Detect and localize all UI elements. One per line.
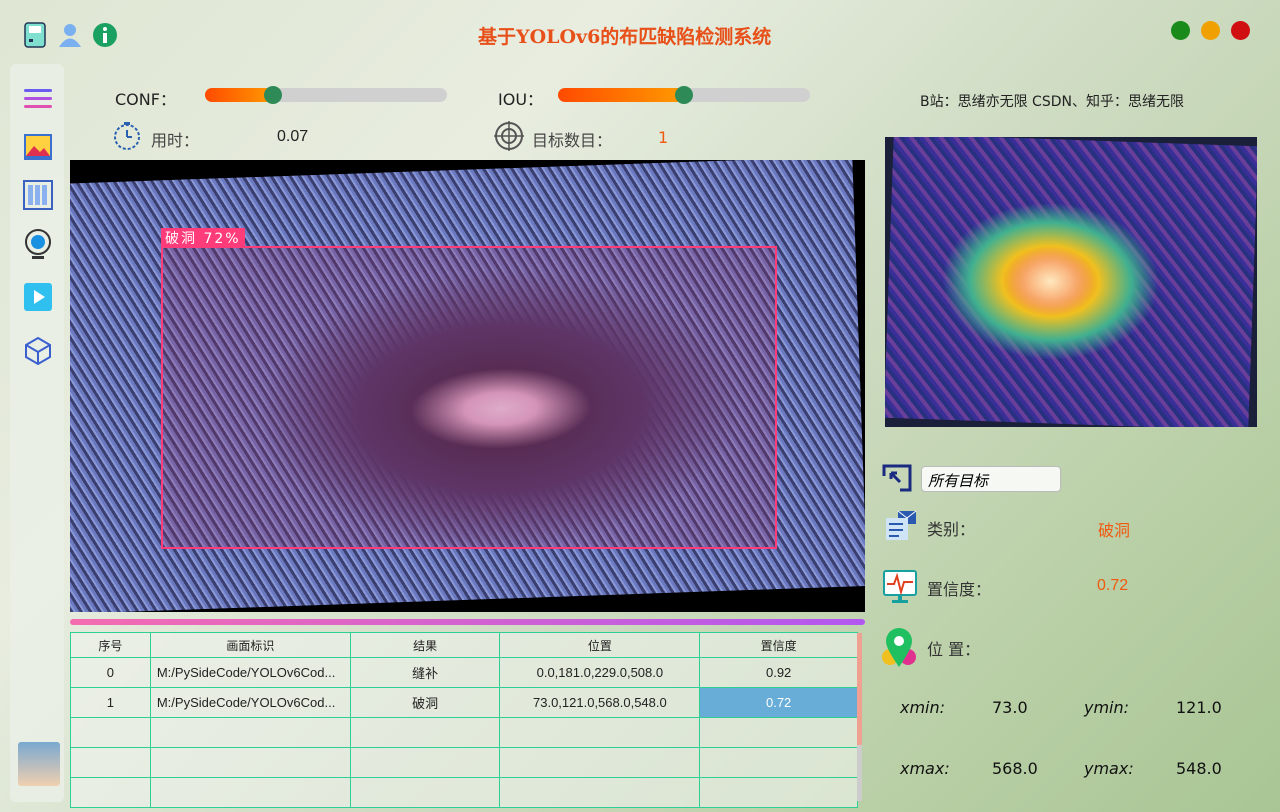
cell-index[interactable]: 1 [70, 687, 151, 718]
author-credit: B站：思绪亦无限 CSDN、知乎：思绪无限 [920, 94, 1184, 110]
xmin-value: 73.0 [992, 698, 1028, 717]
minimize-button[interactable] [1171, 21, 1190, 40]
model-icon[interactable] [23, 336, 53, 366]
header-position[interactable]: 位置 [499, 632, 701, 658]
video-icon[interactable] [23, 282, 53, 312]
sidebar [10, 64, 64, 802]
info-icon[interactable] [92, 22, 118, 48]
image-icon[interactable] [23, 132, 53, 162]
count-label: 目标数目： [532, 131, 613, 150]
xmax-label: xmax: [900, 759, 950, 778]
location-pin-icon [880, 627, 920, 673]
table-row-empty[interactable] [70, 777, 858, 808]
iou-label: IOU： [498, 90, 544, 109]
category-icon [884, 510, 918, 546]
header-confidence[interactable]: 置信度 [699, 632, 858, 658]
confidence-icon [883, 570, 917, 608]
detection-image: 破洞 72% [70, 160, 865, 612]
position-label: 位 置： [927, 640, 981, 659]
time-label: 用时： [151, 131, 200, 150]
cell-confidence-selected[interactable]: 0.72 [699, 687, 858, 718]
conf-slider-thumb[interactable] [263, 86, 282, 104]
close-button[interactable] [1231, 21, 1250, 40]
iou-slider-thumb[interactable] [675, 86, 693, 104]
conf-slider[interactable] [205, 86, 447, 104]
iou-slider[interactable] [558, 86, 810, 104]
confidence-label: 置信度： [927, 580, 992, 599]
table-row[interactable]: 0 M:/PySideCode/YOLOv6Cod... 缝补 0.0,181.… [70, 657, 858, 688]
table-scrollbar[interactable] [857, 633, 862, 801]
cell-result[interactable]: 破洞 [349, 687, 501, 718]
target-select[interactable]: 所有目标 [921, 466, 1061, 492]
results-table: 序号 画面标识 结果 位置 置信度 0 M:/PySideCode/YOLOv6… [70, 632, 858, 808]
table-header: 序号 画面标识 结果 位置 置信度 [70, 632, 858, 658]
user-icon[interactable] [57, 22, 83, 48]
confidence-value: 0.72 [1097, 577, 1129, 594]
cell-source[interactable]: M:/PySideCode/YOLOv6Cod... [149, 657, 351, 688]
ymin-value: 121.0 [1176, 698, 1222, 717]
cell-position[interactable]: 73.0,121.0,568.0,548.0 [499, 687, 701, 718]
ymin-label: ymin: [1084, 698, 1130, 717]
time-value: 0.07 [277, 128, 309, 145]
heatmap-image [885, 137, 1257, 427]
cell-confidence[interactable]: 0.92 [699, 657, 858, 688]
ymax-value: 548.0 [1176, 759, 1222, 778]
xmin-label: xmin: [900, 698, 946, 717]
menu-icon[interactable] [23, 84, 53, 114]
save-icon[interactable] [23, 22, 49, 48]
detection-box [161, 246, 777, 549]
target-icon [493, 120, 525, 156]
cell-position[interactable]: 0.0,181.0,229.0,508.0 [499, 657, 701, 688]
select-target-icon [882, 464, 912, 496]
cell-source[interactable]: M:/PySideCode/YOLOv6Cod... [149, 687, 351, 718]
avatar[interactable] [18, 742, 60, 786]
camera-icon[interactable] [23, 229, 53, 260]
ymax-label: ymax: [1084, 759, 1134, 778]
conf-label: CONF： [115, 90, 176, 109]
cell-result[interactable]: 缝补 [349, 657, 501, 688]
detection-box-label: 破洞 72% [161, 228, 245, 248]
table-row-empty[interactable] [70, 717, 858, 748]
folder-icon[interactable] [23, 180, 53, 210]
count-value: 1 [658, 128, 669, 147]
class-label: 类别： [927, 520, 976, 539]
divider-bar [70, 619, 865, 625]
cell-index[interactable]: 0 [70, 657, 151, 688]
class-value: 破洞 [1098, 521, 1131, 540]
app-title: 基于YOLOv6的布匹缺陷检测系统 [478, 26, 772, 48]
table-row[interactable]: 1 M:/PySideCode/YOLOv6Cod... 破洞 73.0,121… [70, 687, 858, 718]
stopwatch-icon [112, 121, 142, 155]
table-row-empty[interactable] [70, 747, 858, 778]
xmax-value: 568.0 [992, 759, 1038, 778]
header-result[interactable]: 结果 [349, 632, 501, 658]
header-index[interactable]: 序号 [70, 632, 151, 658]
maximize-button[interactable] [1201, 21, 1220, 40]
header-source[interactable]: 画面标识 [149, 632, 351, 658]
